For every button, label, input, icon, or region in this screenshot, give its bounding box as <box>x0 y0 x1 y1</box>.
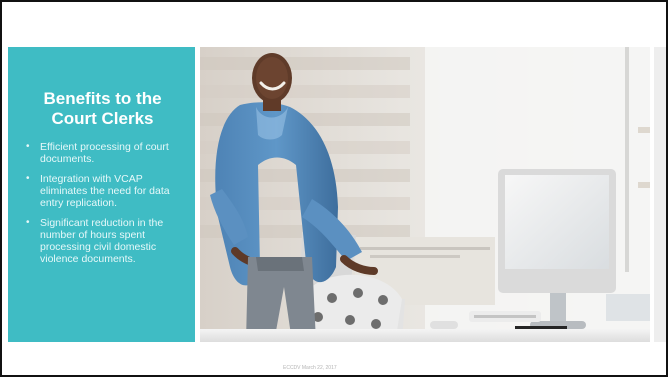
text-panel: Benefits to the Court Clerks Efficient p… <box>8 47 195 342</box>
bullet-item-2: Integration with VCAP eliminates the nee… <box>24 173 181 209</box>
right-gray-strip <box>654 47 666 342</box>
slide: Benefits to the Court Clerks Efficient p… <box>0 0 668 377</box>
slide-footer: ECCDV March 22, 2017 <box>283 365 337 371</box>
bullet-item-3: Significant reduction in the number of h… <box>24 217 181 265</box>
office-photo-illustration <box>200 47 650 342</box>
slide-photo <box>200 47 650 342</box>
bullet-list: Efficient processing of court documents.… <box>24 141 181 265</box>
slide-title: Benefits to the Court Clerks <box>43 89 162 128</box>
bullet-item-1: Efficient processing of court documents. <box>24 141 181 165</box>
